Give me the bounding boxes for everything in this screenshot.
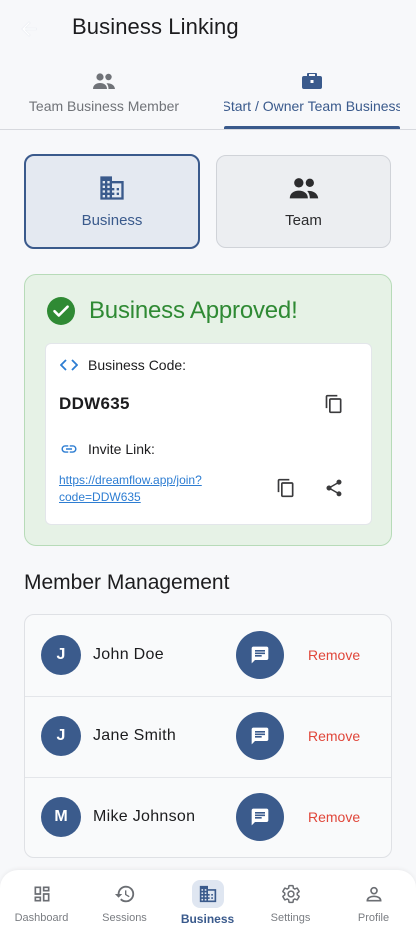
chat-icon — [251, 727, 269, 745]
segment-label: Business — [81, 212, 143, 229]
tab-label: Team Business Member — [28, 98, 180, 114]
approved-title: Business Approved! — [89, 297, 298, 324]
nav-dashboard[interactable]: Dashboard — [0, 870, 83, 932]
member-list: J John Doe Remove J Jane Smith Remove M … — [24, 614, 392, 858]
group-icon — [92, 70, 116, 92]
nav-profile[interactable]: Profile — [332, 870, 415, 932]
business-approved-card: Business Approved! Business Code: DDW635… — [24, 274, 392, 546]
member-management-title: Member Management — [24, 571, 230, 594]
nav-settings[interactable]: Settings — [249, 870, 332, 932]
code-icon — [60, 359, 78, 371]
business-code-label-row: Business Code: — [60, 357, 186, 373]
share-icon — [326, 479, 342, 497]
invite-link[interactable]: https://dreamflow.app/join?code=DDW635 — [59, 472, 229, 506]
divider — [25, 696, 391, 697]
nav-label: Profile — [357, 912, 390, 924]
tab-indicator — [224, 126, 400, 129]
arrow-back-icon — [21, 21, 37, 37]
invite-link-label-row: Invite Link: — [60, 441, 155, 457]
business-code-panel: Business Code: DDW635 Invite Link: https… — [45, 343, 372, 525]
remove-button[interactable]: Remove — [308, 647, 360, 663]
segment-team[interactable]: Team — [216, 155, 391, 248]
nav-sessions[interactable]: Sessions — [83, 870, 166, 932]
nav-business[interactable]: Business — [166, 870, 249, 932]
nav-label: Sessions — [102, 912, 147, 924]
member-name: Mike Johnson — [93, 808, 196, 825]
copy-icon — [277, 478, 294, 498]
approved-header: Business Approved! — [47, 297, 298, 325]
dashboard-icon — [26, 880, 58, 908]
message-button[interactable] — [236, 793, 284, 841]
member-row: J Jane Smith Remove — [25, 696, 391, 777]
avatar: J — [41, 635, 81, 675]
avatar: M — [41, 797, 81, 837]
member-name: John Doe — [93, 646, 164, 663]
message-button[interactable] — [236, 712, 284, 760]
gear-icon — [275, 880, 307, 908]
building-icon — [98, 174, 126, 202]
bottom-navigation: Dashboard Sessions Business Settings Pro… — [0, 870, 416, 932]
back-button[interactable] — [16, 16, 42, 42]
invite-link-label: Invite Link: — [88, 441, 155, 457]
copy-link-button[interactable] — [274, 476, 298, 500]
tab-bar: Team Business Member Start / Owner Team … — [0, 62, 416, 130]
remove-button[interactable]: Remove — [308, 728, 360, 744]
remove-button[interactable]: Remove — [308, 809, 360, 825]
check-circle-icon — [47, 297, 75, 325]
group-icon — [288, 174, 320, 202]
tab-start-owner-team-business[interactable]: Start / Owner Team Business — [224, 62, 400, 130]
segment-business[interactable]: Business — [24, 154, 200, 249]
building-icon — [191, 880, 224, 908]
chat-icon — [251, 808, 269, 826]
business-code-value: DDW635 — [59, 394, 130, 413]
segment-label: Team — [285, 212, 322, 229]
tab-label: Start / Owner Team Business — [224, 98, 400, 114]
tab-team-business-member[interactable]: Team Business Member — [12, 62, 196, 130]
member-row: J John Doe Remove — [25, 615, 391, 696]
history-icon — [109, 880, 141, 908]
briefcase-icon — [302, 70, 322, 92]
avatar: J — [41, 716, 81, 756]
nav-label: Settings — [270, 912, 311, 924]
share-link-button[interactable] — [322, 476, 346, 500]
person-icon — [358, 880, 390, 908]
page-title: Business Linking — [72, 14, 239, 39]
app-screen: Business Linking Team Business Member St… — [0, 0, 416, 932]
copy-code-button[interactable] — [322, 392, 346, 416]
member-name: Jane Smith — [93, 727, 177, 744]
link-icon — [61, 445, 77, 453]
app-bar: Business Linking — [0, 0, 416, 56]
copy-icon — [325, 394, 342, 414]
business-code-label: Business Code: — [88, 357, 187, 373]
member-row: M Mike Johnson Remove — [25, 777, 391, 857]
divider — [25, 777, 391, 778]
nav-label: Business — [180, 912, 235, 926]
chat-icon — [251, 646, 269, 664]
message-button[interactable] — [236, 631, 284, 679]
nav-label: Dashboard — [14, 912, 69, 924]
